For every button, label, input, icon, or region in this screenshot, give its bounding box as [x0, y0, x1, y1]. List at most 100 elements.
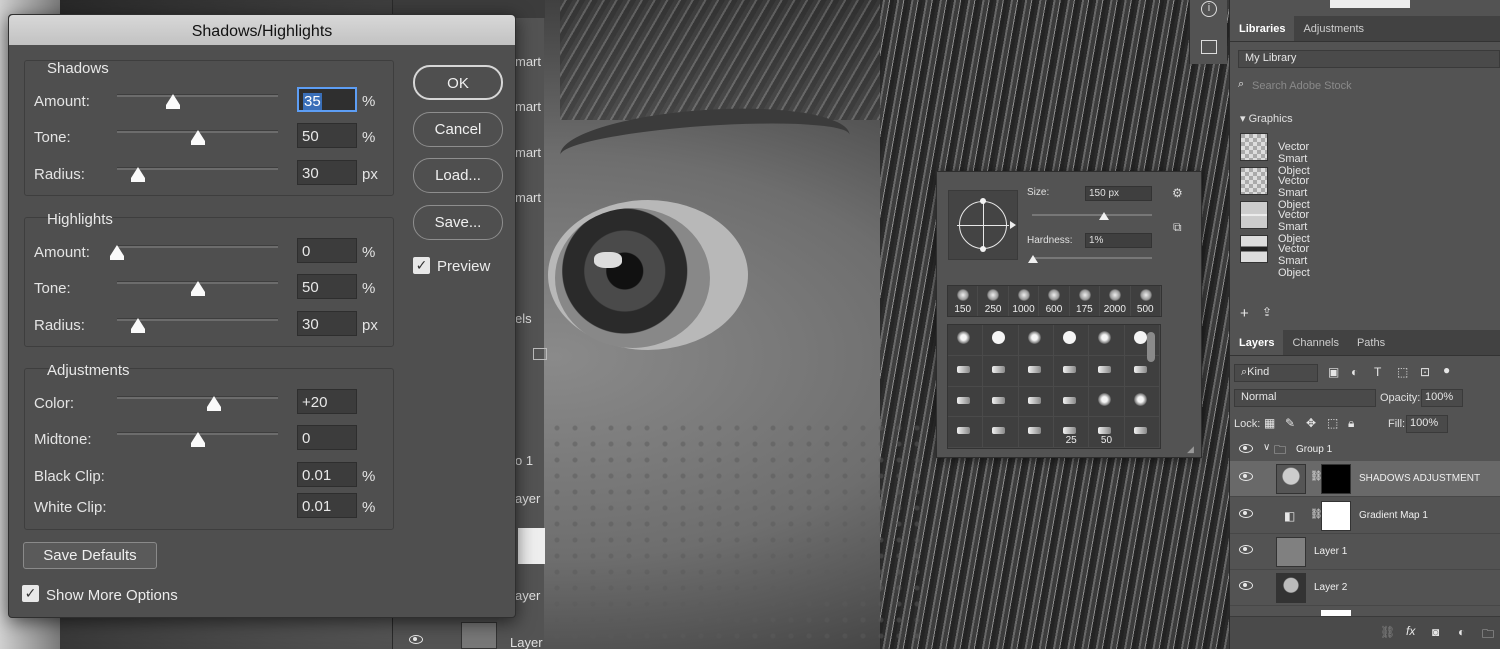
- slider-thumb[interactable]: [1028, 255, 1039, 263]
- tab-adjustments[interactable]: Adjustments: [1294, 16, 1373, 41]
- save-defaults-button[interactable]: Save Defaults: [23, 542, 157, 569]
- layer-row-layer-1[interactable]: Layer 1: [1230, 534, 1500, 570]
- brush-preset[interactable]: [983, 386, 1019, 418]
- brush-size-slider[interactable]: [1032, 212, 1152, 220]
- show-more-options-label[interactable]: Show More Options: [46, 587, 178, 604]
- brush-preset[interactable]: 50: [1089, 417, 1125, 448]
- layer-mask-thumbnail[interactable]: [1321, 501, 1351, 531]
- brush-hardness-field[interactable]: 1%: [1085, 233, 1152, 248]
- library-select[interactable]: My Library: [1238, 50, 1500, 68]
- eye-icon[interactable]: [1239, 472, 1253, 481]
- load-button[interactable]: Load...: [413, 158, 503, 193]
- smart-object-filter-icon[interactable]: ⊡: [1420, 365, 1430, 379]
- highlights-tone-field[interactable]: 50: [297, 274, 357, 299]
- slider-thumb[interactable]: [166, 94, 181, 109]
- stock-search-input[interactable]: Search Adobe Stock: [1252, 80, 1352, 92]
- shadows-radius-slider[interactable]: [117, 167, 278, 182]
- brush-angle-arrow-icon[interactable]: [1010, 221, 1016, 229]
- dialog-title[interactable]: Shadows/Highlights: [9, 15, 515, 45]
- slider-thumb[interactable]: [130, 167, 145, 182]
- brush-tip-handle[interactable]: [980, 246, 986, 252]
- layer-row-group-1[interactable]: ∨ 🗀︎ Group 1: [1230, 436, 1500, 462]
- highlights-radius-slider[interactable]: [117, 318, 278, 333]
- brush-tip-handle[interactable]: [980, 198, 986, 204]
- brush-preset[interactable]: [1018, 417, 1054, 448]
- folder-icon[interactable]: 🗀︎: [1482, 625, 1494, 646]
- brush-tip-preview[interactable]: [948, 190, 1018, 260]
- brush-preset[interactable]: [983, 355, 1019, 387]
- layer-row-layer-2[interactable]: Layer 2: [1230, 570, 1500, 606]
- slider-thumb[interactable]: [110, 245, 124, 260]
- brush-preset[interactable]: [983, 325, 1019, 356]
- brush-preset[interactable]: [1089, 355, 1125, 387]
- brush-preset[interactable]: 600: [1039, 286, 1070, 316]
- cancel-button[interactable]: Cancel: [413, 112, 503, 147]
- link-layers-icon[interactable]: ⛓︎: [1380, 625, 1395, 639]
- layer-mask-thumbnail[interactable]: [1321, 464, 1351, 494]
- brush-preset[interactable]: 175: [1070, 286, 1101, 316]
- layer-row-gradient-map[interactable]: ◧ ⛓︎ Gradient Map 1: [1230, 498, 1500, 534]
- brush-preset[interactable]: 150: [948, 286, 979, 316]
- eye-icon[interactable]: [1239, 581, 1253, 590]
- slider-thumb[interactable]: [190, 281, 205, 296]
- lock-position-icon[interactable]: ✥: [1306, 416, 1316, 430]
- highlights-amount-field[interactable]: 0: [297, 238, 357, 263]
- highlights-amount-slider[interactable]: [110, 245, 278, 260]
- brush-preset[interactable]: [1124, 355, 1160, 387]
- new-preset-icon[interactable]: ⧉: [1173, 220, 1182, 235]
- midtone-slider[interactable]: [117, 432, 278, 447]
- show-more-options-checkbox[interactable]: ✓: [22, 585, 39, 602]
- brush-preset[interactable]: [1053, 325, 1090, 356]
- brush-preset[interactable]: [1053, 386, 1090, 418]
- brush-preset[interactable]: [1018, 386, 1054, 418]
- shadows-amount-slider[interactable]: [117, 94, 278, 109]
- slider-thumb[interactable]: [190, 130, 205, 145]
- new-adjustment-icon[interactable]: ◐: [1458, 625, 1465, 639]
- shadows-tone-field[interactable]: 50: [297, 123, 357, 148]
- midtone-field[interactable]: 0: [297, 425, 357, 450]
- add-mask-icon[interactable]: ◙: [1432, 625, 1439, 639]
- brush-preset[interactable]: [1124, 386, 1160, 418]
- shadows-radius-field[interactable]: 30: [297, 160, 357, 185]
- highlights-radius-field[interactable]: 30: [297, 311, 357, 336]
- opacity-field[interactable]: 100%: [1421, 389, 1463, 407]
- slider-thumb[interactable]: [130, 318, 145, 333]
- brush-preset[interactable]: [1089, 325, 1125, 356]
- brush-preset[interactable]: 25: [1053, 417, 1090, 448]
- brush-preset[interactable]: [1018, 325, 1054, 356]
- filter-toggle-icon[interactable]: ●: [1443, 363, 1450, 377]
- brush-preset[interactable]: 250: [978, 286, 1009, 316]
- color-slider[interactable]: [117, 396, 278, 411]
- shadows-amount-field[interactable]: 35: [297, 87, 357, 112]
- highlights-tone-slider[interactable]: [117, 281, 278, 296]
- brush-preset[interactable]: [1089, 386, 1125, 418]
- preview-checkbox[interactable]: ✓: [413, 257, 430, 274]
- graphics-section-header[interactable]: ▾ Graphics: [1240, 112, 1293, 125]
- info-icon[interactable]: i: [1201, 1, 1217, 17]
- ok-button[interactable]: OK: [413, 65, 503, 100]
- artboard-lock-icon[interactable]: ⬚: [1327, 416, 1338, 430]
- brush-preset[interactable]: [1124, 417, 1160, 448]
- fill-field[interactable]: 100%: [1406, 415, 1448, 433]
- tab-libraries[interactable]: Libraries: [1230, 16, 1295, 41]
- lock-transparent-icon[interactable]: ▦: [1264, 416, 1275, 430]
- gear-icon[interactable]: ⚙: [1172, 186, 1183, 200]
- blend-mode-select[interactable]: Normal: [1234, 389, 1376, 407]
- shadows-tone-slider[interactable]: [117, 130, 278, 145]
- brush-preset[interactable]: [948, 417, 984, 448]
- brush-preset[interactable]: [948, 355, 984, 387]
- brush-preset[interactable]: [1053, 355, 1090, 387]
- brush-preset[interactable]: 2000: [1100, 286, 1131, 316]
- shape-filter-icon[interactable]: ⬚: [1397, 365, 1408, 379]
- layer-row-shadows-adjustment[interactable]: ⛓︎ SHADOWS ADJUSTMENT: [1230, 461, 1500, 497]
- color-field[interactable]: +20: [297, 389, 357, 414]
- type-filter-icon[interactable]: T: [1374, 365, 1381, 379]
- tab-channels[interactable]: Channels: [1283, 330, 1347, 355]
- upload-icon[interactable]: ⇪: [1262, 305, 1272, 319]
- pixel-filter-icon[interactable]: ▣: [1328, 365, 1339, 379]
- lock-image-icon[interactable]: ✎: [1285, 416, 1295, 430]
- brush-preset[interactable]: 1000: [1009, 286, 1040, 316]
- eye-icon[interactable]: [1239, 545, 1253, 554]
- brush-preset[interactable]: [948, 386, 984, 418]
- brush-size-field[interactable]: 150 px: [1085, 186, 1152, 201]
